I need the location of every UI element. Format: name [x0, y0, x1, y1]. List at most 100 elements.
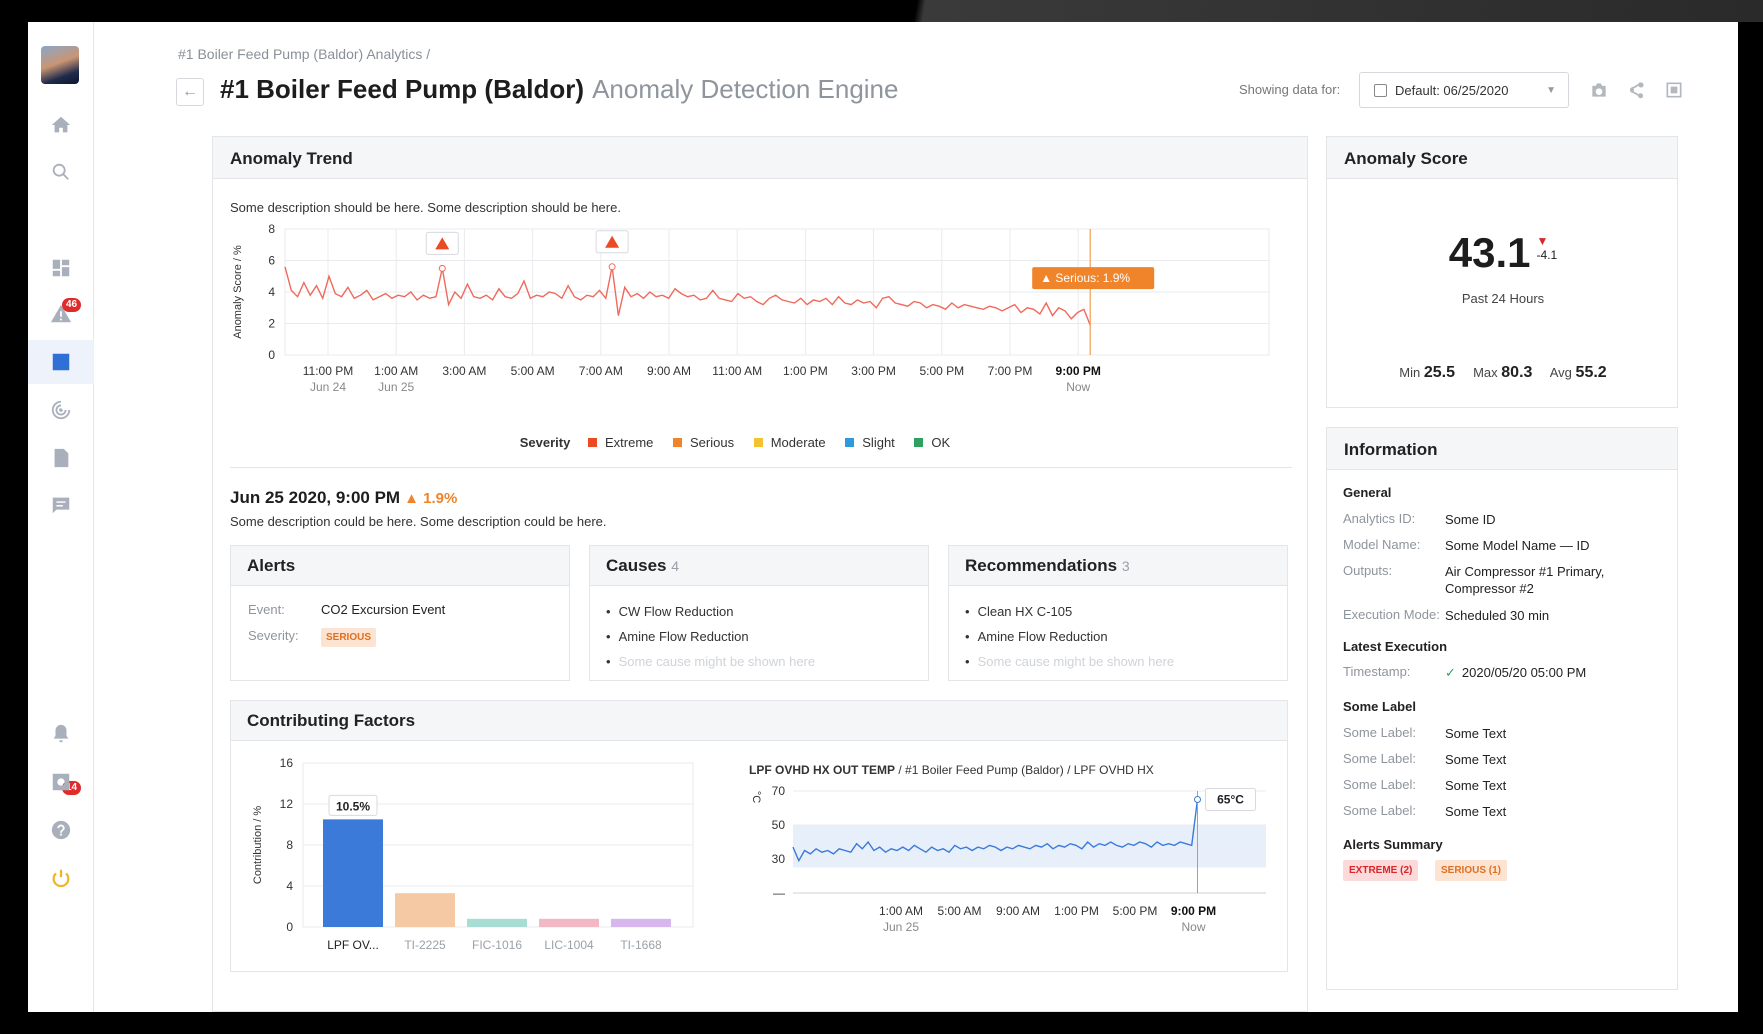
back-button[interactable]: ←	[176, 78, 204, 106]
line-callout-label: 65°C	[1217, 793, 1244, 807]
x-tick-label: 5:00 AM	[937, 904, 981, 918]
info-value: Scheduled 30 min	[1445, 608, 1550, 623]
bell-icon[interactable]	[28, 712, 94, 756]
bar	[611, 918, 671, 927]
y-tick-label: 6	[268, 254, 275, 268]
y-tick-label: 4	[286, 879, 293, 893]
legend-extreme: Extreme	[587, 435, 653, 450]
list-item: Amine Flow Reduction	[965, 629, 1287, 644]
info-value: Some Text	[1445, 778, 1507, 793]
y-tick-label: 0	[286, 920, 293, 934]
document-icon[interactable]	[28, 436, 94, 480]
x-tick-sublabel: Now	[1181, 920, 1205, 934]
serious-pill[interactable]: SERIOUS (1)	[1435, 860, 1508, 881]
contribution-bar-chart[interactable]: 0 4 8 12 16 Contribution / % LPF OV... TI-2225 F…	[231, 743, 731, 971]
alerts-badge: 46	[62, 298, 82, 312]
app-window: 46 14 #1 Boiler Feed Pump (Baldor) Analy…	[28, 22, 1738, 1012]
list-item: Some cause might be shown here	[965, 654, 1287, 669]
bar	[539, 918, 599, 927]
x-tick-label: 9:00 PM	[1056, 364, 1101, 378]
bar	[323, 819, 383, 927]
home-icon[interactable]	[28, 103, 94, 147]
info-key: Outputs:	[1343, 563, 1393, 578]
x-tick-sublabel: Jun 24	[310, 380, 346, 394]
down-triangle-icon: ▼	[1536, 234, 1549, 248]
event-pct: ▲ 1.9%	[404, 490, 458, 507]
causes-count: 4	[671, 558, 680, 574]
expand-icon[interactable]	[1664, 80, 1684, 100]
anomaly-score-card: Anomaly Score 43.1 ▼ -4.1 Past 24 Hours Mi…	[1326, 136, 1678, 408]
alerts-severity-label: Severity:	[248, 628, 299, 643]
share-icon[interactable]	[1626, 80, 1646, 100]
legend-serious: Serious	[673, 435, 734, 450]
series-line	[284, 266, 1091, 326]
y-tick-label: 8	[268, 222, 275, 236]
y-tick-label: 16	[280, 756, 294, 770]
info-key: Timestamp:	[1343, 664, 1411, 679]
x-tick-label: 5:00 PM	[919, 364, 964, 378]
alerts-event-value: CO2 Excursion Event	[321, 602, 446, 617]
breadcrumb[interactable]: #1 Boiler Feed Pump (Baldor) Analytics /	[178, 46, 430, 62]
x-tick-label: 1:00 PM	[783, 364, 828, 378]
score-delta: ▼ -4.1	[1536, 234, 1558, 262]
x-tick-sublabel: Now	[1066, 380, 1090, 394]
y-tick-label: —	[773, 886, 785, 900]
info-value: Some Text	[1445, 726, 1507, 741]
extreme-pill[interactable]: EXTREME (2)	[1343, 860, 1419, 881]
analytics-icon[interactable]	[28, 340, 94, 384]
left-rail: 46 14	[28, 22, 94, 1012]
x-tick-label: 5:00 PM	[1113, 904, 1158, 918]
info-value: Some Text	[1445, 804, 1507, 819]
x-tick-label: TI-2225	[404, 938, 446, 952]
x-tick-label: 11:00 PM	[303, 364, 353, 378]
card-title: Anomaly Score	[1327, 137, 1677, 179]
list-item: Amine Flow Reduction	[606, 629, 928, 644]
camera-icon[interactable]	[1589, 80, 1609, 100]
page-title-sub: Anomaly Detection Engine	[592, 74, 899, 104]
event-heading: Jun 25 2020, 9:00 PM ▲ 1.9%	[230, 488, 458, 507]
tooltip-text: ▲ Serious: 1.9%	[1040, 271, 1130, 285]
radar-icon[interactable]	[28, 388, 94, 432]
divider	[230, 467, 1292, 468]
recommendations-card: Recommendations 3 Clean HX C-105 Amine F…	[948, 545, 1288, 681]
help-icon[interactable]	[28, 808, 94, 852]
avatar[interactable]	[41, 46, 79, 84]
x-tick-label: 1:00 PM	[1054, 904, 1099, 918]
info-value: Some ID	[1445, 512, 1496, 527]
info-key: Some Label:	[1343, 777, 1416, 792]
arrow-left-icon: ←	[182, 83, 198, 100]
x-tick-label: 9:00 AM	[996, 904, 1040, 918]
list-item: Some cause might be shown here	[606, 654, 928, 669]
factors-title: Contributing Factors	[231, 701, 1287, 741]
data-point	[438, 264, 446, 272]
breadcrumb-link[interactable]: #1 Boiler Feed Pump (Baldor) Analytics	[178, 46, 422, 62]
x-tick-label: 3:00 AM	[442, 364, 486, 378]
y-axis-label: Contribution / %	[252, 806, 264, 884]
info-value: Some Text	[1445, 752, 1507, 767]
info-key: Analytics ID:	[1343, 511, 1416, 526]
y-axis-label: Anomaly Score / %	[232, 245, 244, 339]
alert-icon[interactable]	[28, 292, 94, 336]
alerts-severity-value: SERIOUS	[321, 628, 377, 647]
info-key: Model Name:	[1343, 537, 1421, 552]
temperature-line-chart[interactable]: 30 50 70 — °C 1:00 AM Jun 25 5:00 AM 9:00 AM 1:00…	[741, 783, 1281, 971]
severity-legend: Severity Extreme Serious Moderate Slight…	[213, 435, 1273, 450]
recommendations-count: 3	[1121, 558, 1130, 574]
date-selector[interactable]: Default: 06/25/2020 ▼	[1359, 72, 1569, 108]
causes-list: CW Flow Reduction Amine Flow Reduction S…	[590, 586, 928, 669]
message-icon[interactable]	[28, 483, 94, 527]
y-tick-label: 70	[772, 784, 786, 798]
search-icon[interactable]	[28, 150, 94, 194]
settings-icon[interactable]	[28, 760, 94, 804]
score-stats: Min 25.5 Max 80.3 Avg 55.2	[1399, 364, 1607, 381]
dashboard-icon[interactable]	[28, 246, 94, 290]
legend-title: Severity	[519, 435, 571, 450]
alerts-event-label: Event:	[248, 602, 285, 617]
anomaly-trend-chart[interactable]: 0 2 4 6 8 Anomaly Score / % 11:00 PM Jun 24 1:00…	[213, 217, 1309, 407]
card-title: Anomaly Trend	[213, 137, 1307, 179]
x-tick-sublabel: Jun 25	[378, 380, 414, 394]
score-period: Past 24 Hours	[1461, 291, 1545, 306]
x-tick-label: 1:00 AM	[879, 904, 923, 918]
power-icon[interactable]	[28, 856, 94, 900]
x-tick-label: 3:00 PM	[851, 364, 896, 378]
